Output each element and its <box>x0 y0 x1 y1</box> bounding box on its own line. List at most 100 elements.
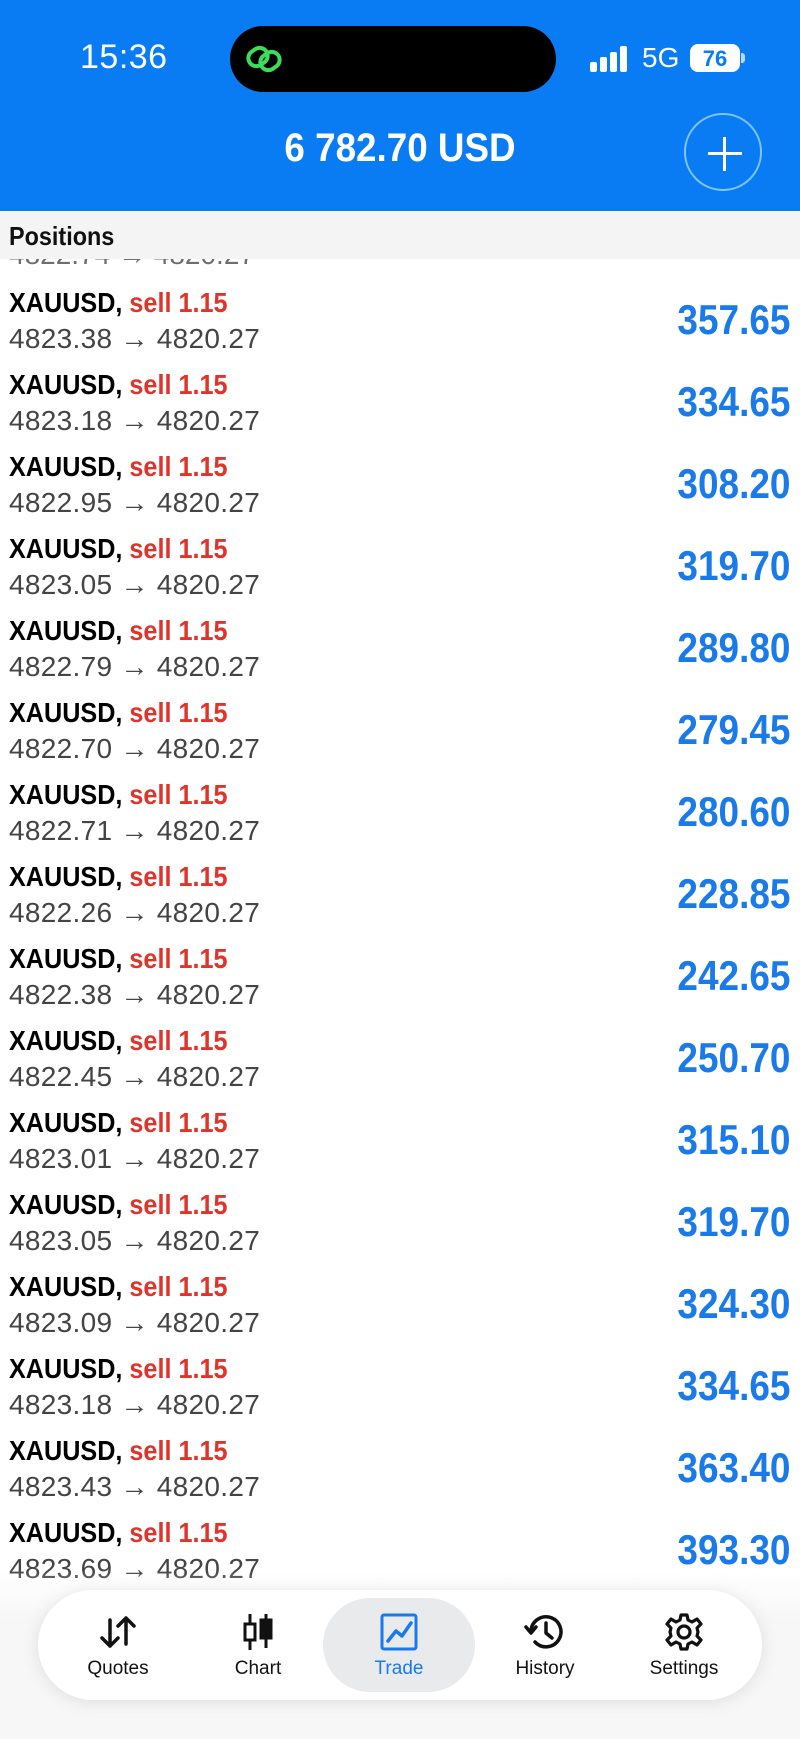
tab-quotes[interactable]: Quotes <box>48 1590 188 1700</box>
position-side-volume: sell 1.15 <box>129 1025 228 1056</box>
position-row[interactable]: XAUUSD, sell 1.15 4823.18 → 4820.27 334.65 <box>0 363 800 445</box>
dynamic-island <box>230 26 556 92</box>
position-symbol: XAUUSD, <box>9 451 123 482</box>
position-side-volume: sell 1.15 <box>129 369 228 400</box>
position-title: XAUUSD, sell 1.15 <box>9 1353 228 1385</box>
history-clock-icon <box>524 1615 563 1649</box>
position-side-volume: sell 1.15 <box>129 697 228 728</box>
position-profit: 319.70 <box>676 542 790 589</box>
position-profit: 357.65 <box>676 296 790 343</box>
position-profit: 289.80 <box>676 624 790 671</box>
position-row[interactable]: XAUUSD, sell 1.15 4822.45 → 4820.27 250.70 <box>0 1019 800 1101</box>
position-row[interactable]: XAUUSD, sell 1.15 4823.05 → 4820.27 319.70 <box>0 1183 800 1265</box>
position-title: XAUUSD, sell 1.15 <box>9 369 228 401</box>
position-prices: 4822.79 → 4820.27 <box>9 651 261 682</box>
account-balance: 6 782.70 USD <box>284 126 516 170</box>
partial-row-prices: 4822.74 → 4820.27 <box>9 259 255 271</box>
position-row[interactable]: XAUUSD, sell 1.15 4823.18 → 4820.27 334.65 <box>0 1347 800 1429</box>
link-icon <box>246 45 282 73</box>
positions-header: Positions <box>0 211 800 259</box>
section-title: Positions <box>9 221 115 251</box>
position-side-volume: sell 1.15 <box>129 1517 228 1548</box>
position-row[interactable]: XAUUSD, sell 1.15 4823.09 → 4820.27 324.30 <box>0 1265 800 1347</box>
position-row[interactable]: XAUUSD, sell 1.15 4823.38 → 4820.27 357.65 <box>0 281 800 363</box>
position-symbol: XAUUSD, <box>9 1271 123 1302</box>
tab-label: Trade <box>374 1658 424 1679</box>
position-profit: 363.40 <box>676 1444 790 1491</box>
position-prices: 4822.45 → 4820.27 <box>9 1061 261 1092</box>
position-profit: 393.30 <box>676 1526 790 1573</box>
battery-icon: 76 <box>690 44 746 72</box>
position-title: XAUUSD, sell 1.15 <box>9 779 228 811</box>
tab-bar: Quotes Chart Trade History Settings <box>38 1590 762 1700</box>
position-side-volume: sell 1.15 <box>129 451 228 482</box>
position-profit: 324.30 <box>676 1280 790 1327</box>
position-profit: 250.70 <box>676 1034 790 1081</box>
position-prices: 4823.18 → 4820.27 <box>9 405 261 436</box>
position-title: XAUUSD, sell 1.15 <box>9 1025 228 1057</box>
status-time: 15:36 <box>80 38 168 76</box>
position-title: XAUUSD, sell 1.15 <box>9 1517 228 1549</box>
add-order-button[interactable] <box>684 113 762 191</box>
tab-history[interactable]: History <box>475 1590 615 1700</box>
position-profit: 279.45 <box>676 706 790 753</box>
tab-label: Quotes <box>87 1658 149 1679</box>
position-row[interactable]: XAUUSD, sell 1.15 4822.71 → 4820.27 280.60 <box>0 773 800 855</box>
position-title: XAUUSD, sell 1.15 <box>9 451 228 483</box>
position-side-volume: sell 1.15 <box>129 943 228 974</box>
tab-trade[interactable]: Trade <box>323 1598 475 1692</box>
position-symbol: XAUUSD, <box>9 697 123 728</box>
position-row[interactable]: XAUUSD, sell 1.15 4822.79 → 4820.27 289.80 <box>0 609 800 691</box>
tab-label: Chart <box>234 1658 282 1679</box>
position-title: XAUUSD, sell 1.15 <box>9 861 228 893</box>
position-symbol: XAUUSD, <box>9 861 123 892</box>
position-row[interactable]: XAUUSD, sell 1.15 4822.38 → 4820.27 242.65 <box>0 937 800 1019</box>
position-profit: 228.85 <box>676 870 790 917</box>
position-prices: 4823.01 → 4820.27 <box>9 1143 261 1174</box>
position-prices: 4822.38 → 4820.27 <box>9 979 261 1010</box>
candlestick-icon <box>243 1614 273 1650</box>
position-symbol: XAUUSD, <box>9 533 123 564</box>
position-row[interactable]: XAUUSD, sell 1.15 4823.01 → 4820.27 315.10 <box>0 1101 800 1183</box>
position-side-volume: sell 1.15 <box>129 533 228 564</box>
position-prices: 4822.70 → 4820.27 <box>9 733 261 764</box>
position-profit: 319.70 <box>676 1198 790 1245</box>
position-symbol: XAUUSD, <box>9 779 123 810</box>
tab-label: Settings <box>649 1658 719 1679</box>
position-row[interactable]: XAUUSD, sell 1.15 4822.70 → 4820.27 279.45 <box>0 691 800 773</box>
position-row[interactable]: XAUUSD, sell 1.15 4822.95 → 4820.27 308.20 <box>0 445 800 527</box>
tab-chart[interactable]: Chart <box>188 1590 328 1700</box>
position-title: XAUUSD, sell 1.15 <box>9 1271 228 1303</box>
signal-icon <box>590 46 630 72</box>
position-symbol: XAUUSD, <box>9 1025 123 1056</box>
position-title: XAUUSD, sell 1.15 <box>9 533 228 565</box>
tab-settings[interactable]: Settings <box>614 1590 754 1700</box>
positions-list[interactable]: 4822.74 → 4820.27 XAUUSD, sell 1.15 4823.… <box>0 259 800 1590</box>
position-profit: 308.20 <box>676 460 790 507</box>
tab-label: History <box>515 1658 575 1679</box>
position-symbol: XAUUSD, <box>9 1517 123 1548</box>
position-title: XAUUSD, sell 1.15 <box>9 615 228 647</box>
position-side-volume: sell 1.15 <box>129 1107 228 1138</box>
position-symbol: XAUUSD, <box>9 943 123 974</box>
position-row[interactable]: XAUUSD, sell 1.15 4823.43 → 4820.27 363.40 <box>0 1429 800 1511</box>
position-profit: 280.60 <box>676 788 790 835</box>
position-symbol: XAUUSD, <box>9 1107 123 1138</box>
position-prices: 4823.09 → 4820.27 <box>9 1307 261 1338</box>
position-title: XAUUSD, sell 1.15 <box>9 697 228 729</box>
position-row[interactable]: XAUUSD, sell 1.15 4823.05 → 4820.27 319.70 <box>0 527 800 609</box>
position-side-volume: sell 1.15 <box>129 1435 228 1466</box>
position-side-volume: sell 1.15 <box>129 861 228 892</box>
quotes-arrows-icon <box>100 1616 136 1648</box>
position-prices: 4823.05 → 4820.27 <box>9 1225 261 1256</box>
position-title: XAUUSD, sell 1.15 <box>9 943 228 975</box>
position-symbol: XAUUSD, <box>9 369 123 400</box>
position-prices: 4823.18 → 4820.27 <box>9 1389 261 1420</box>
position-symbol: XAUUSD, <box>9 1435 123 1466</box>
position-title: XAUUSD, sell 1.15 <box>9 1435 228 1467</box>
position-side-volume: sell 1.15 <box>129 287 228 318</box>
trade-chart-icon <box>380 1613 418 1651</box>
position-side-volume: sell 1.15 <box>129 1353 228 1384</box>
position-symbol: XAUUSD, <box>9 1189 123 1220</box>
position-row[interactable]: XAUUSD, sell 1.15 4822.26 → 4820.27 228.85 <box>0 855 800 937</box>
